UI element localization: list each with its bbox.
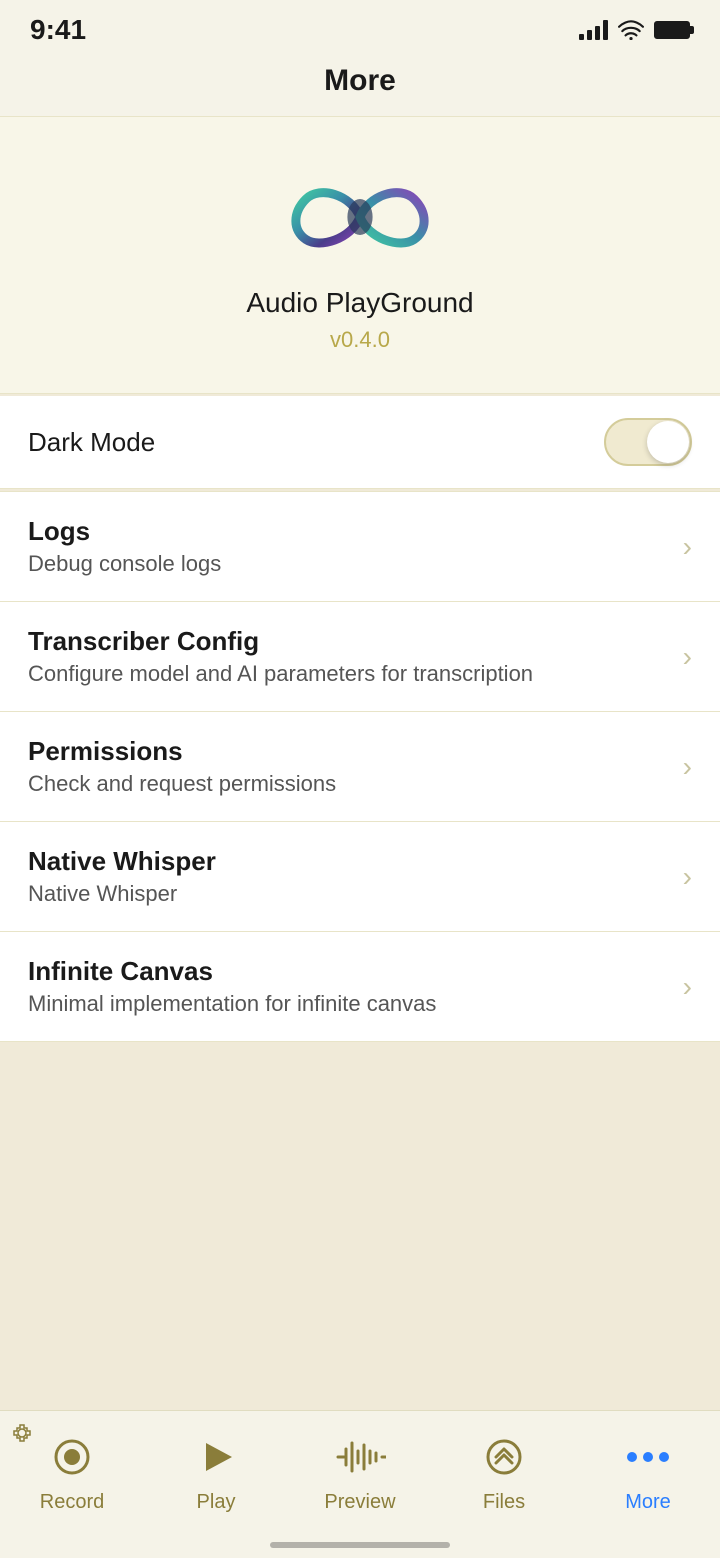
transcriber-subtitle: Configure model and AI parameters for tr… <box>28 661 683 687</box>
menu-item-native-whisper[interactable]: Native Whisper Native Whisper › <box>0 822 720 932</box>
tab-preview[interactable]: Preview <box>288 1423 432 1514</box>
dark-mode-label: Dark Mode <box>28 427 604 458</box>
tab-preview-label: Preview <box>324 1491 395 1514</box>
tab-files-label: Files <box>483 1491 525 1514</box>
files-icon <box>478 1431 530 1483</box>
tab-more-label: More <box>625 1491 671 1514</box>
dark-mode-text: Dark Mode <box>28 427 604 458</box>
menu-item-infinite-canvas[interactable]: Infinite Canvas Minimal implementation f… <box>0 932 720 1042</box>
menu-item-logs[interactable]: Logs Debug console logs › <box>0 491 720 602</box>
chevron-icon: › <box>683 641 692 673</box>
tab-play-label: Play <box>197 1491 236 1514</box>
app-version: v0.4.0 <box>330 327 390 353</box>
transcriber-title: Transcriber Config <box>28 626 683 657</box>
logs-title: Logs <box>28 516 683 547</box>
logs-subtitle: Debug console logs <box>28 551 683 577</box>
menu-section: Logs Debug console logs › Transcriber Co… <box>0 491 720 1042</box>
menu-item-permissions[interactable]: Permissions Check and request permission… <box>0 712 720 822</box>
app-info-card: Audio PlayGround v0.4.0 <box>0 116 720 394</box>
wifi-icon <box>618 20 644 40</box>
signal-icon <box>579 20 608 40</box>
tab-record-label: Record <box>40 1491 104 1514</box>
tab-more[interactable]: More <box>576 1423 720 1514</box>
toggle-knob <box>647 421 689 463</box>
preview-icon <box>334 1431 386 1483</box>
main-content: Audio PlayGround v0.4.0 Dark Mode Logs D… <box>0 116 720 1472</box>
chevron-icon: › <box>683 531 692 563</box>
native-whisper-subtitle: Native Whisper <box>28 881 683 907</box>
native-whisper-title: Native Whisper <box>28 846 683 877</box>
app-logo <box>270 167 450 267</box>
infinite-canvas-subtitle: Minimal implementation for infinite canv… <box>28 991 683 1017</box>
page-title: More <box>0 54 720 116</box>
status-bar: 9:41 <box>0 0 720 54</box>
home-indicator <box>270 1542 450 1548</box>
chevron-icon: › <box>683 751 692 783</box>
tab-files[interactable]: Files <box>432 1423 576 1514</box>
dark-mode-toggle[interactable] <box>604 418 692 466</box>
tab-bar: Record Play Preview <box>0 1410 720 1558</box>
battery-icon <box>654 21 690 39</box>
more-dots-icon <box>622 1431 674 1483</box>
tab-play[interactable]: Play <box>144 1423 288 1514</box>
permissions-subtitle: Check and request permissions <box>28 771 683 797</box>
status-icons <box>579 20 690 40</box>
play-icon <box>190 1431 242 1483</box>
chevron-icon: › <box>683 861 692 893</box>
dark-mode-row[interactable]: Dark Mode <box>0 396 720 489</box>
app-name: Audio PlayGround <box>246 287 473 319</box>
infinite-canvas-title: Infinite Canvas <box>28 956 683 987</box>
chevron-icon: › <box>683 971 692 1003</box>
permissions-title: Permissions <box>28 736 683 767</box>
status-time: 9:41 <box>30 14 86 46</box>
record-icon <box>46 1431 98 1483</box>
menu-item-transcriber-config[interactable]: Transcriber Config Configure model and A… <box>0 602 720 712</box>
